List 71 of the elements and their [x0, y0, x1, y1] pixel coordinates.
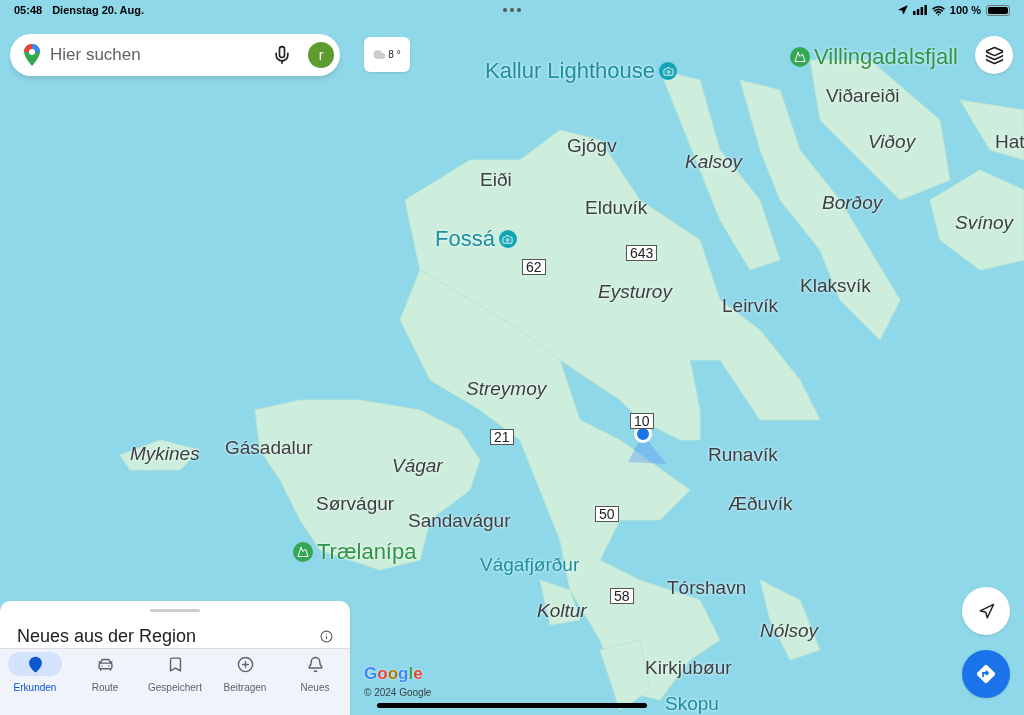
mountain-pin-icon	[293, 542, 313, 562]
map-label: Kalsoy	[685, 152, 743, 171]
map-label: Eysturoy	[598, 282, 672, 301]
road-number: 62	[522, 259, 546, 275]
location-arrow-icon	[897, 5, 908, 15]
road-number: 50	[595, 506, 619, 522]
map-label: Fossá	[435, 228, 495, 250]
battery-icon	[986, 4, 1010, 16]
map-label: Kirkjubøur	[645, 658, 732, 677]
camera-pin-icon	[659, 62, 677, 80]
google-logo: Google	[364, 665, 424, 682]
map-label: Elduvík	[585, 198, 648, 217]
map-label: Sandavágur	[408, 511, 511, 530]
map-label: Runavík	[708, 445, 778, 464]
map-label: Kallur Lighthouse	[485, 60, 655, 82]
map-label: Leirvík	[722, 296, 778, 315]
microphone-icon[interactable]	[272, 45, 292, 65]
mountain-pin-icon	[790, 47, 810, 67]
map-label: Koltur	[537, 601, 587, 620]
nav-tab[interactable]: Route	[70, 652, 140, 715]
pin-icon	[26, 655, 44, 673]
layers-button[interactable]	[975, 36, 1013, 74]
map-label: Svínoy	[955, 213, 1014, 232]
nav-tab[interactable]: Neues	[280, 652, 350, 715]
nav-tab[interactable]: Gespeichert	[140, 652, 210, 715]
cloud-icon	[373, 48, 387, 61]
copyright-text: © 2024 Google	[364, 686, 432, 700]
dots-icon	[503, 8, 521, 12]
wifi-icon	[931, 3, 945, 17]
map-label: Æðuvík	[728, 494, 793, 513]
avatar[interactable]: r	[308, 42, 334, 68]
map-label: Viðareiði	[826, 86, 900, 105]
status-date: Dienstag 20. Aug.	[52, 2, 145, 18]
road-number: 58	[610, 588, 634, 604]
info-icon[interactable]	[320, 629, 333, 643]
signal-icon	[912, 5, 927, 15]
bell-icon	[306, 655, 324, 673]
navigation-button[interactable]	[962, 587, 1010, 635]
sheet-title: Neues aus der Region	[17, 625, 197, 647]
road-number: 643	[626, 245, 658, 261]
map-label: Nólsoy	[760, 621, 819, 640]
road-number: 21	[490, 429, 514, 445]
map-label: Tórshavn	[667, 578, 747, 597]
maps-pin-icon	[24, 44, 40, 66]
weather-chip[interactable]: 8 °	[364, 37, 410, 72]
search-field[interactable]: Hier suchen r	[10, 34, 340, 76]
map-label: Klaksvík	[800, 276, 871, 295]
directions-button[interactable]	[962, 650, 1010, 698]
map-label: Trælanípa	[317, 541, 417, 563]
nav-tab[interactable]: Beitragen	[210, 652, 280, 715]
road-number: 10	[630, 413, 654, 429]
map-label: Borðoy	[822, 193, 883, 212]
map-label: Villingadalsfjall	[814, 46, 958, 68]
plus-circle-icon	[236, 655, 254, 673]
arrow-icon	[977, 602, 995, 620]
map-label: Eiði	[480, 170, 512, 189]
map-label: Skopu	[665, 694, 719, 713]
map-label: Vágar	[392, 456, 443, 475]
map-label: Sørvágur	[316, 494, 395, 513]
battery-percent: 100 %	[949, 2, 981, 18]
nav-tab[interactable]: Erkunden	[0, 652, 70, 715]
status-time: 05:48	[14, 2, 43, 18]
map-label: Hat	[995, 132, 1024, 151]
map-label: Gjógv	[567, 136, 617, 155]
map-label: Vágafjørður	[480, 555, 580, 574]
map-label: Gásadalur	[225, 438, 313, 457]
map-label: Viðoy	[868, 132, 916, 151]
map-label: Streymoy	[466, 379, 547, 398]
map-label: Mykines	[130, 444, 200, 463]
drag-handle[interactable]	[150, 609, 200, 612]
layers-icon	[984, 45, 1004, 65]
